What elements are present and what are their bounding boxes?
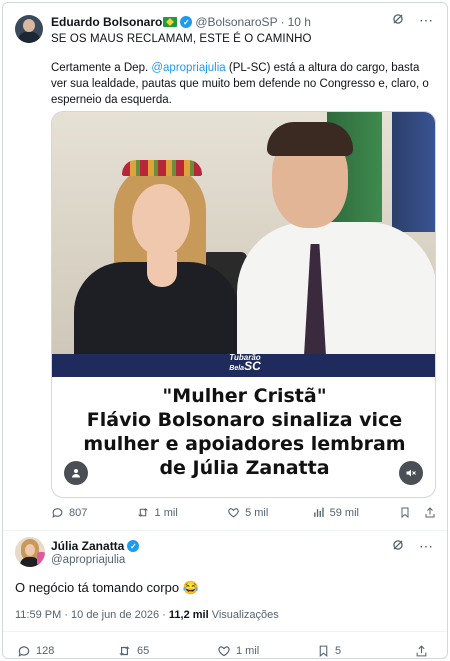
verified-badge-icon: ✓ [127,540,140,552]
reply-count: 128 [36,645,55,657]
reply-icon [52,508,63,518]
main-reply-button[interactable]: 128 [17,644,117,658]
reply-icon [18,646,30,657]
quoted-repost-button[interactable]: 1 mil [136,506,228,519]
more-icon[interactable]: ⋯ [419,538,433,555]
share-icon [416,645,427,657]
main-actions: 128 65 1 mil 5 [17,644,437,658]
mention-link[interactable]: @apropriajulia [151,62,225,74]
share-icon [425,507,435,518]
quoted-headline: SE OS MAUS RECLAMAM, ESTE É O CAMINHO [51,33,312,45]
quoted-actions: 807 1 mil 5 mil 59 mil [51,506,436,519]
repost-icon [119,646,130,656]
like-icon [228,508,239,518]
quoted-author-name[interactable]: Eduardo Bolsonaro [51,15,162,29]
repost-icon [137,508,148,517]
grok-icon[interactable] [391,12,405,29]
bookmark-icon [401,507,409,519]
news-logo: Tubarão BelaSC [224,350,266,378]
quoted-avatar[interactable] [15,15,43,43]
like-count: 1 mil [236,645,260,657]
tweet-timestamp[interactable]: 11:59 PM · 10 de jun de 2026 · [15,609,169,621]
news-photo [52,112,435,354]
divider [3,631,447,632]
main-top-icons: ⋯ [391,538,433,555]
quoted-time[interactable]: 10 h [288,15,311,29]
person-tag-icon[interactable] [64,461,88,485]
main-repost-button[interactable]: 65 [117,644,217,658]
main-share-button[interactable] [415,644,428,658]
bookmark-count: 5 [335,645,342,657]
more-icon[interactable]: ⋯ [419,12,433,29]
tweet-card: Eduardo Bolsonaro ✓ @BolsonaroSP · 10 h … [2,2,448,659]
brazil-flag-icon [163,17,178,27]
main-avatar[interactable] [15,537,45,567]
like-icon [218,646,230,657]
views-count: 59 mil [329,506,359,519]
logo-line2-bold: SC [244,359,261,373]
views-value: 11,2 mil [168,609,209,621]
grok-icon[interactable] [391,538,405,555]
quoted-like-button[interactable]: 5 mil [227,506,312,519]
quoted-views-button[interactable]: 59 mil [312,506,400,519]
verified-badge-icon: ✓ [180,16,193,28]
body-prefix: Certamente a Dep. [51,62,152,74]
quoted-author-handle[interactable]: @BolsonaroSP [195,15,277,29]
main-author-name[interactable]: Júlia Zanatta [51,539,124,553]
quoted-author-row: Eduardo Bolsonaro ✓ @BolsonaroSP · 10 h [51,14,311,30]
logo-line2-prefix: Bela [229,365,245,372]
caption-line: mulher e apoiadores lembram [83,433,406,455]
bookmark-icon [319,645,328,658]
repost-count: 65 [137,645,150,657]
like-count: 5 mil [245,506,269,519]
main-bookmark-button[interactable]: 5 [317,644,415,658]
main-tweet-text: O negócio tá tomando corpo 😂 [15,580,199,595]
views-icon [313,507,324,517]
main-like-button[interactable]: 1 mil [217,644,317,658]
quoted-bookmark-button[interactable] [399,506,424,519]
news-caption: "Mulher Cristã" Flávio Bolsonaro sinaliz… [52,384,435,480]
views-label: Visualizações [208,609,279,621]
repost-count: 1 mil [154,506,178,519]
divider [3,530,447,531]
quoted-reply-button[interactable]: 807 [51,506,136,519]
main-author-row: Júlia Zanatta ✓ [51,539,142,553]
separator: · [280,15,285,29]
mute-icon[interactable] [399,461,423,485]
media-card[interactable]: Tubarão BelaSC "Mulher Cristã" Flávio Bo… [51,111,436,498]
caption-line: de Júlia Zanatta [159,457,330,479]
reply-count: 807 [69,506,88,519]
quoted-share-button[interactable] [424,506,436,519]
caption-line: "Mulher Cristã" [162,385,327,407]
main-author-handle[interactable]: @apropriajulia [51,554,125,566]
quoted-top-icons: ⋯ [391,12,433,29]
main-tweet-meta: 11:59 PM · 10 de jun de 2026 · 11,2 mil … [15,609,279,621]
caption-line: Flávio Bolsonaro sinaliza vice [86,409,403,431]
quoted-body: Certamente a Dep. @apropriajulia (PL-SC)… [51,60,433,108]
